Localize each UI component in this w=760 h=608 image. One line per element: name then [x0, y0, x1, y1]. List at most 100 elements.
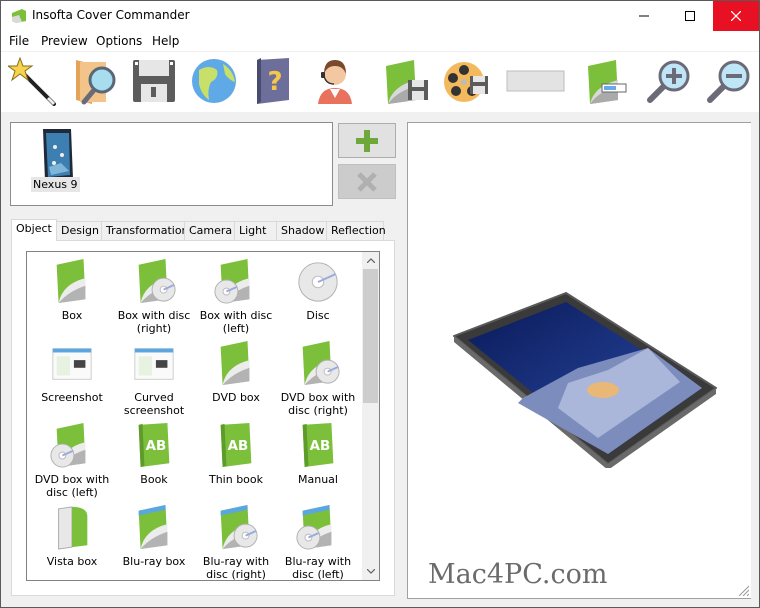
gallery-item-bluray-disc-left[interactable]: Blu-ray with disc (left) — [277, 500, 359, 581]
tab-transformation[interactable]: Transformation — [101, 221, 189, 240]
window-title: Insofta Cover Commander — [32, 8, 190, 22]
resize-grip-icon[interactable] — [737, 584, 749, 596]
tab-object[interactable]: Object — [11, 219, 57, 241]
menu-options[interactable]: Options — [96, 34, 142, 48]
save-image-button[interactable] — [381, 55, 433, 107]
gallery-item-disc[interactable]: Disc — [277, 254, 359, 336]
maximize-icon — [685, 11, 695, 21]
gallery-item-label: DVD box — [212, 391, 260, 404]
gallery-item-book[interactable]: AB Book — [113, 418, 195, 500]
close-button[interactable] — [713, 1, 759, 31]
help-button[interactable]: ? — [248, 55, 300, 107]
gallery-item-vista[interactable]: Vista box — [31, 500, 113, 580]
gallery-item-label: Blu-ray with disc (left) — [284, 555, 352, 581]
gallery-item-label: Screenshot — [41, 391, 103, 404]
object-list: Nexus 9 — [10, 122, 333, 206]
help-book-icon: ? — [257, 58, 289, 104]
gallery-item-label: Box with disc (left) — [199, 309, 273, 335]
app-window: Insofta Cover Commander File Preview Opt… — [0, 0, 760, 608]
gallery-item-bluray-disc-right[interactable]: Blu-ray with disc (right) — [195, 500, 277, 581]
gallery-item-label: Vista box — [46, 555, 98, 568]
zoom-out-button[interactable] — [703, 55, 755, 107]
support-button[interactable] — [309, 55, 361, 107]
open-button[interactable] — [69, 55, 121, 107]
title-bar: Insofta Cover Commander — [1, 1, 759, 31]
blank-button[interactable] — [505, 55, 565, 107]
gallery-item-dvd-disc-left[interactable]: DVD box with disc (left) — [31, 418, 113, 500]
chevron-down-icon — [366, 569, 375, 574]
svg-text:AB: AB — [228, 439, 249, 454]
save-button[interactable] — [128, 55, 180, 107]
scroll-up-button[interactable] — [362, 252, 379, 269]
toolbar: ? — [1, 52, 759, 112]
gallery-item-thin-book[interactable]: AB Thin book — [195, 418, 277, 500]
watermark-text: Mac4PC.com — [428, 559, 608, 590]
web-button[interactable] — [188, 55, 240, 107]
gallery-scrollbar[interactable] — [362, 252, 379, 580]
gray-rectangle-icon — [506, 70, 565, 92]
batch-render-button[interactable] — [583, 55, 635, 107]
gallery-item-dvd[interactable]: DVD box — [195, 336, 277, 418]
vista-icon — [58, 506, 88, 550]
box-progress-icon — [588, 60, 627, 104]
box-save-icon — [386, 60, 428, 104]
tab-shadow[interactable]: Shadow — [276, 221, 327, 240]
remove-object-button[interactable] — [338, 164, 396, 199]
gallery-item-label: Disc — [306, 309, 330, 322]
maximize-button[interactable] — [667, 1, 713, 31]
tab-reflection[interactable]: Reflection — [326, 221, 386, 240]
bluray-icon — [138, 504, 168, 550]
menu-help[interactable]: Help — [152, 34, 179, 48]
list-item-label: Nexus 9 — [31, 177, 80, 192]
gallery-item-label: Thin book — [208, 473, 264, 486]
preview-canvas[interactable]: Mac4PC.com — [407, 122, 751, 599]
chevron-up-icon — [366, 258, 375, 263]
menu-preview[interactable]: Preview — [41, 34, 88, 48]
gallery-item-box[interactable]: Box — [31, 254, 113, 336]
dvd-icon — [220, 340, 250, 386]
close-icon — [731, 11, 741, 21]
dvd-disc-right-icon — [302, 340, 340, 386]
gallery-item-screenshot[interactable]: Screenshot — [31, 336, 113, 418]
svg-text:?: ? — [267, 67, 282, 97]
gallery-item-label: Box with disc (right) — [117, 309, 191, 335]
gallery-item-dvd-disc-right[interactable]: DVD box with disc (right) — [277, 336, 359, 418]
minimize-button[interactable] — [621, 1, 667, 31]
disc-icon — [298, 262, 338, 302]
thin-book-icon: AB — [220, 422, 252, 468]
save-video-button[interactable] — [441, 55, 493, 107]
box-icon — [56, 258, 86, 304]
scrollbar-thumb[interactable] — [363, 269, 378, 403]
gallery-item-label: DVD box with disc (left) — [34, 473, 110, 499]
box-disc-left-icon — [214, 258, 250, 304]
book-icon: AB — [138, 422, 170, 468]
menu-file[interactable]: File — [9, 34, 29, 48]
svg-text:AB: AB — [310, 439, 331, 454]
gallery-item-curved-screenshot[interactable]: Curved screenshot — [113, 336, 195, 418]
gallery-item-manual[interactable]: AB Manual — [277, 418, 359, 500]
gallery-item-bluray[interactable]: Blu-ray box — [113, 500, 195, 580]
magic-wand-icon — [8, 56, 56, 106]
tab-light[interactable]: Light — [234, 221, 277, 240]
zoom-in-button[interactable] — [643, 55, 695, 107]
wizard-button[interactable] — [7, 55, 59, 107]
tab-design[interactable]: Design — [56, 221, 102, 240]
scroll-down-button[interactable] — [362, 563, 379, 580]
gallery-item-box-disc-left[interactable]: Box with disc (left) — [195, 254, 277, 336]
bluray-disc-right-icon — [220, 504, 258, 550]
gallery-item-label: Blu-ray with disc (right) — [202, 555, 270, 581]
add-object-button[interactable] — [338, 123, 396, 158]
gallery-item-label: Curved screenshot — [123, 391, 185, 417]
film-reel-save-icon — [444, 62, 488, 102]
support-agent-icon — [318, 60, 352, 104]
manual-icon: AB — [302, 422, 334, 468]
gallery-item-label: Blu-ray box — [122, 555, 186, 568]
dvd-disc-left-icon — [50, 422, 86, 468]
folder-search-icon — [76, 60, 116, 105]
zoom-out-icon — [707, 60, 750, 103]
gallery-item-label: DVD box with disc (right) — [280, 391, 356, 417]
tab-camera[interactable]: Camera — [184, 221, 235, 240]
globe-icon — [192, 59, 236, 103]
zoom-in-icon — [647, 60, 690, 103]
gallery-item-box-disc-right[interactable]: Box with disc (right) — [113, 254, 195, 336]
